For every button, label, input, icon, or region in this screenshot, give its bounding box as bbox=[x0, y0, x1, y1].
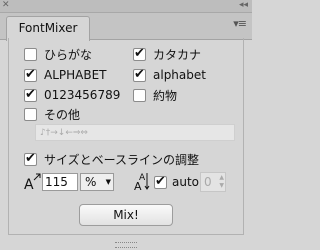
checkbox-box[interactable] bbox=[24, 107, 37, 121]
checkbox-label: ALPHABET bbox=[44, 68, 107, 82]
other-chars-field[interactable]: ♪†→↓←⇒⇔ bbox=[35, 124, 235, 141]
baseline-value: 0 bbox=[204, 175, 212, 189]
checkbox-punctuation[interactable]: 約物 bbox=[133, 86, 177, 104]
checkbox-box[interactable] bbox=[24, 151, 37, 167]
checkbox-box[interactable] bbox=[133, 67, 146, 83]
checkbox-katakana[interactable]: カタカナ bbox=[133, 45, 201, 63]
checkbox-digits[interactable]: 0123456789 bbox=[24, 86, 120, 104]
checkbox-box[interactable] bbox=[133, 88, 146, 102]
checkbox-label: ひらがな bbox=[44, 47, 93, 62]
checkbox-label: 0123456789 bbox=[44, 88, 121, 102]
size-unit-select[interactable]: % ▼ bbox=[80, 173, 114, 191]
tab-bar: FontMixer ▾≡ bbox=[0, 13, 252, 41]
checkbox-box[interactable] bbox=[133, 46, 146, 62]
font-size-icon: A bbox=[24, 173, 41, 190]
checkbox-box[interactable] bbox=[24, 67, 37, 83]
collapse-icon[interactable]: ◂◂ bbox=[239, 0, 248, 11]
checkbox-label: カタカナ bbox=[153, 47, 202, 62]
size-unit-value: % bbox=[85, 175, 97, 189]
panel-menu-icon[interactable]: ▾≡ bbox=[233, 17, 247, 30]
checkbox-box[interactable] bbox=[24, 87, 37, 103]
auto-baseline-checkbox[interactable] bbox=[154, 174, 167, 190]
chevron-down-icon: ▼ bbox=[105, 178, 111, 186]
checkbox-label: サイズとベースラインの調整 bbox=[44, 152, 200, 167]
checkbox-label: alphabet bbox=[153, 68, 206, 82]
font-size-input[interactable]: 115 bbox=[42, 173, 78, 191]
svg-text:A: A bbox=[134, 180, 142, 191]
checkbox-other[interactable]: その他 bbox=[24, 105, 80, 123]
baseline-stepper[interactable]: 0 ▲ ▼ bbox=[200, 172, 226, 192]
checkbox-lowercase[interactable]: alphabet bbox=[133, 66, 206, 84]
auto-baseline-label: auto bbox=[172, 175, 200, 189]
checkbox-hiragana[interactable]: ひらがな bbox=[24, 45, 92, 63]
baseline-shift-icon: A A bbox=[134, 173, 150, 191]
checkbox-adjust-size-baseline[interactable]: サイズとベースラインの調整 bbox=[24, 150, 199, 168]
svg-text:A: A bbox=[24, 177, 34, 190]
close-icon[interactable]: ✕ bbox=[2, 0, 10, 11]
checkbox-box[interactable] bbox=[24, 47, 37, 61]
resize-grip[interactable] bbox=[115, 242, 137, 248]
checkbox-uppercase[interactable]: ALPHABET bbox=[24, 66, 107, 84]
checkbox-label: その他 bbox=[44, 107, 81, 122]
mix-button[interactable]: Mix! bbox=[79, 204, 173, 226]
checkbox-label: 約物 bbox=[153, 88, 178, 103]
panel-titlebar: ✕ ◂◂ bbox=[0, 0, 252, 13]
stepper-arrows-icon[interactable]: ▲ ▼ bbox=[219, 174, 224, 190]
